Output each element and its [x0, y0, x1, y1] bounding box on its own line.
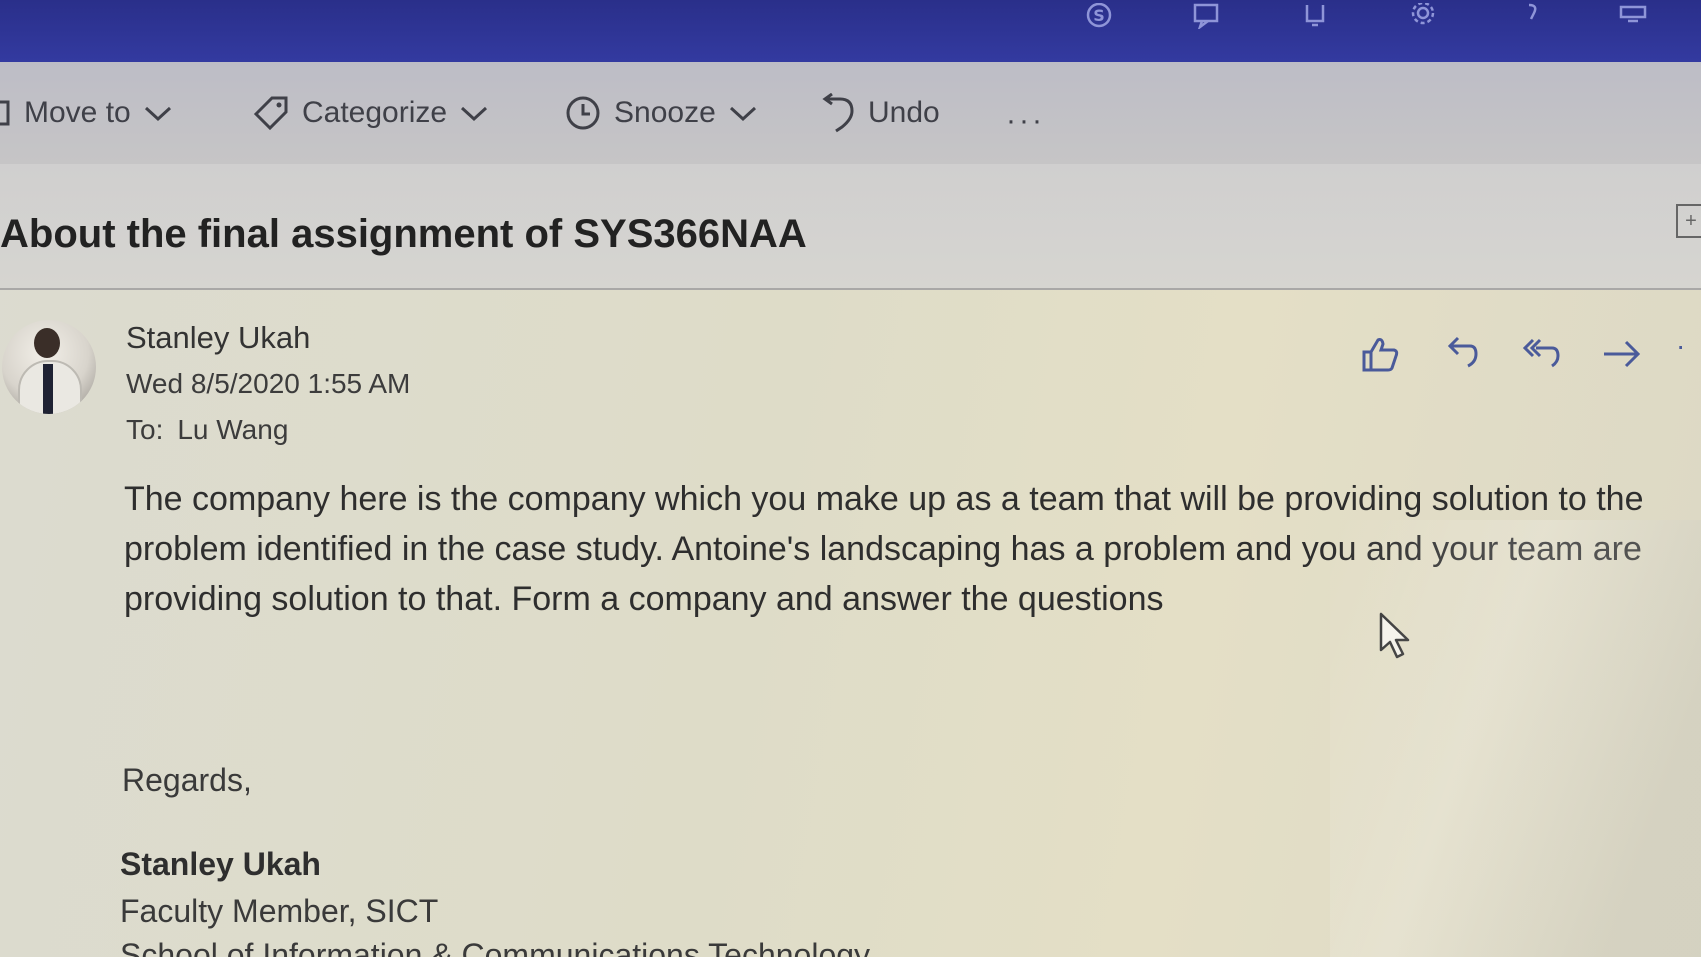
expand-icon[interactable]: + [1676, 204, 1701, 238]
body-line: The company here is the company which yo… [124, 480, 1644, 518]
undo-icon [822, 93, 854, 133]
recipient-line: To: Lu Wang [126, 414, 288, 446]
notifications-icon[interactable] [1298, 2, 1332, 30]
feedback-icon[interactable] [1190, 2, 1224, 30]
message-subject: About the final assignment of SYS366NAA [0, 212, 807, 256]
move-to-label: Move to [24, 96, 131, 129]
tag-icon [253, 96, 288, 131]
mail-window: S Move to Categorize Snooze Undo ··· Abo… [0, 0, 1701, 957]
to-label: To: [126, 414, 164, 445]
body-line: problem identified in the case study. An… [124, 530, 1642, 568]
snooze-button[interactable]: Snooze [564, 88, 758, 138]
skype-icon[interactable]: S [1082, 2, 1116, 30]
avatar[interactable] [2, 320, 96, 414]
undo-button[interactable]: Undo [820, 88, 940, 138]
categorize-button[interactable]: Categorize [252, 88, 489, 138]
reply-all-icon[interactable] [1520, 332, 1564, 376]
message-date: Wed 8/5/2020 1:55 AM [126, 368, 411, 399]
closing-text: Regards, [122, 762, 252, 798]
help-icon[interactable] [1514, 2, 1548, 30]
folder-icon [0, 100, 10, 126]
undo-label: Undo [868, 96, 940, 129]
chevron-down-icon [144, 106, 171, 122]
svg-text:S: S [1093, 6, 1105, 25]
signature-role: Faculty Member, SICT [120, 893, 439, 929]
chevron-down-icon [729, 106, 756, 122]
body-line: providing solution to that. Form a compa… [124, 580, 1164, 618]
signature-name: Stanley Ukah [120, 846, 321, 882]
signature-school: School of Information & Communications T… [120, 937, 871, 957]
chevron-down-icon [461, 106, 488, 122]
more-actions-button[interactable]: · [1676, 330, 1685, 362]
clock-icon [566, 96, 600, 130]
move-to-button[interactable]: Move to [0, 88, 173, 138]
my-day-icon[interactable] [1616, 2, 1650, 30]
like-icon[interactable] [1358, 332, 1402, 376]
snooze-label: Snooze [614, 96, 716, 129]
sender-name[interactable]: Stanley Ukah [126, 320, 310, 356]
settings-icon[interactable] [1406, 2, 1440, 30]
reply-icon[interactable] [1440, 332, 1484, 376]
more-options-button[interactable]: ··· [1006, 104, 1045, 138]
command-toolbar: Move to Categorize Snooze Undo ··· [0, 62, 1701, 164]
categorize-label: Categorize [302, 96, 448, 129]
app-bar: S [0, 0, 1701, 62]
message-body: The company here is the company which yo… [124, 474, 1701, 624]
recipient-name[interactable]: Lu Wang [177, 414, 288, 445]
mouse-cursor-icon [1379, 612, 1410, 659]
forward-icon[interactable] [1600, 332, 1644, 376]
